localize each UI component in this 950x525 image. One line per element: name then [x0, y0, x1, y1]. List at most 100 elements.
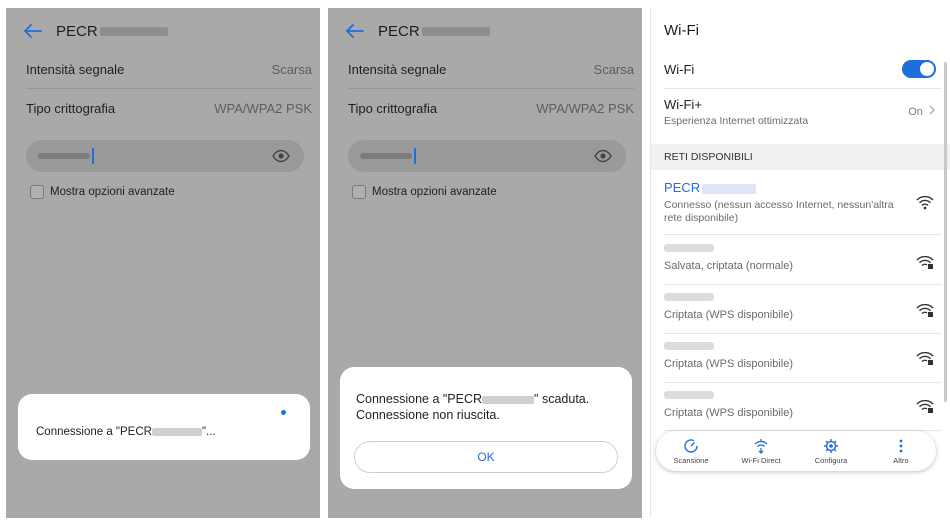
dialog-text-line2: Connessione non riuscita.: [356, 408, 500, 422]
dialog-text-mid: " scaduta.: [534, 392, 590, 406]
back-arrow-icon[interactable]: [24, 24, 42, 38]
divider: [664, 333, 942, 334]
ssid-redaction: [482, 395, 535, 404]
wifi-lock-icon: [916, 303, 934, 317]
password-field[interactable]: [348, 140, 626, 172]
crypto-row: Tipo crittografia WPA/WPA2 PSK: [26, 101, 312, 116]
available-networks-header: RETI DISPONIBILI: [651, 144, 950, 170]
network-title: PECR: [56, 22, 98, 40]
screenshot-stage: PECR Intensità segnale Scarsa Tipo critt…: [0, 0, 950, 525]
wifi-toggle[interactable]: [902, 60, 936, 78]
page-title: Wi-Fi: [664, 22, 699, 39]
timeout-dialog: Connessione a "PECR " scaduta. Connession…: [340, 367, 632, 489]
advanced-label: Mostra opzioni avanzate: [372, 186, 497, 198]
wifi-plus-label: Wi-Fi+: [664, 97, 702, 112]
signal-row: Intensità segnale Scarsa: [26, 62, 312, 77]
crypto-label: Tipo crittografia: [348, 101, 438, 116]
ssid-redaction: [151, 427, 202, 436]
advanced-checkbox[interactable]: [352, 185, 366, 199]
advanced-options-row[interactable]: Mostra opzioni avanzate: [352, 185, 497, 199]
network-name: PECR: [664, 180, 910, 195]
advanced-label: Mostra opzioni avanzate: [50, 186, 175, 198]
scan-label: Scansione: [673, 455, 709, 465]
network-status: Connesso (nessun accesso Internet, nessu…: [664, 199, 894, 224]
wifi-plus-state: On: [908, 106, 923, 118]
wifi-signal-icon: [916, 195, 934, 210]
network-status: Salvata, criptata (normale): [664, 260, 793, 272]
connecting-dialog: Connessione a "PECR "...: [18, 394, 310, 460]
advanced-checkbox[interactable]: [30, 185, 44, 199]
progress-spinner: [281, 410, 286, 415]
wifi-plus-value[interactable]: On: [908, 105, 936, 118]
network-item[interactable]: Salvata, criptata (normale): [664, 244, 936, 273]
scan-icon: [684, 438, 698, 453]
network-item[interactable]: Criptata (WPS disponibile): [664, 293, 936, 322]
network-item[interactable]: Criptata (WPS disponibile): [664, 342, 936, 371]
divider: [664, 382, 942, 383]
panel-connecting: PECR Intensità segnale Scarsa Tipo critt…: [6, 8, 320, 518]
wifi-direct-icon: [754, 438, 768, 454]
eye-icon[interactable]: [272, 148, 290, 164]
network-status: Criptata (WPS disponibile): [664, 407, 793, 419]
dialog-text-suffix: "...: [201, 426, 216, 438]
wifi-lock-icon: [916, 399, 934, 413]
signal-label: Intensità segnale: [348, 62, 447, 77]
chevron-right-icon: [929, 105, 935, 115]
dialog-text-prefix: Connessione a "PECR: [36, 426, 152, 438]
password-redaction: [360, 153, 412, 159]
wifi-direct-button[interactable]: Wi-Fi Direct: [731, 438, 791, 465]
panel-wifi-list: Wi-Fi Wi-Fi Wi-Fi+ Esperienza Internet o…: [650, 8, 950, 518]
wifi-direct-label: Wi-Fi Direct: [741, 455, 781, 465]
ssid-redaction: [702, 183, 757, 194]
divider: [664, 88, 942, 89]
ssid-redaction: [664, 293, 714, 301]
wifi-plus-row[interactable]: Wi-Fi+ Esperienza Internet ottimizzata: [664, 97, 936, 128]
divider: [664, 234, 942, 235]
wifi-plus-sub: Esperienza Internet ottimizzata: [664, 115, 809, 127]
network-item[interactable]: Criptata (WPS disponibile): [664, 391, 936, 420]
timeout-message: Connessione a "PECR " scaduta. Connession…: [356, 391, 622, 423]
divider: [26, 88, 312, 89]
wifi-lock-icon: [916, 351, 934, 365]
wifi-lock-icon: [916, 255, 934, 269]
network-status: Criptata (WPS disponibile): [664, 309, 793, 321]
wifi-toggle-row[interactable]: Wi-Fi: [664, 62, 936, 77]
signal-value: Scarsa: [271, 62, 312, 77]
password-redaction: [38, 153, 90, 159]
scan-button[interactable]: Scansione: [661, 438, 721, 465]
network-status: Criptata (WPS disponibile): [664, 358, 793, 370]
wifi-label: Wi-Fi: [664, 62, 695, 77]
panel-timeout: PECR Intensità segnale Scarsa Tipo critt…: [328, 8, 642, 518]
signal-label: Intensità segnale: [26, 62, 125, 77]
divider: [664, 284, 942, 285]
ssid-redaction: [99, 26, 168, 36]
crypto-label: Tipo crittografia: [26, 101, 116, 116]
crypto-value: WPA/WPA2 PSK: [536, 101, 634, 116]
more-label: Altro: [893, 455, 909, 465]
signal-row: Intensità segnale Scarsa: [348, 62, 634, 77]
more-button[interactable]: Altro: [871, 438, 931, 465]
text-cursor: [414, 148, 416, 164]
ssid-redaction: [664, 391, 714, 399]
advanced-options-row[interactable]: Mostra opzioni avanzate: [30, 185, 175, 199]
dialog-text-prefix: Connessione a "PECR: [356, 392, 483, 406]
configure-button[interactable]: Configura: [801, 438, 861, 465]
eye-icon[interactable]: [594, 148, 612, 164]
divider: [348, 88, 634, 89]
scrollbar[interactable]: [944, 62, 947, 402]
back-arrow-icon[interactable]: [346, 24, 364, 38]
ok-button[interactable]: OK: [354, 441, 618, 473]
more-icon: [899, 439, 903, 452]
connecting-message: Connessione a "PECR "...: [36, 426, 216, 438]
crypto-row: Tipo crittografia WPA/WPA2 PSK: [348, 101, 634, 116]
password-field[interactable]: [26, 140, 304, 172]
signal-value: Scarsa: [593, 62, 634, 77]
ssid-redaction: [664, 342, 714, 350]
network-connected[interactable]: PECR Connesso (nessun accesso Internet, …: [664, 180, 910, 225]
bottom-action-bar: Scansione Wi-Fi Direct Configura Altro: [656, 431, 936, 471]
text-cursor: [92, 148, 94, 164]
toggle-knob: [920, 62, 934, 76]
settings-icon: [824, 438, 838, 453]
crypto-value: WPA/WPA2 PSK: [214, 101, 312, 116]
configure-label: Configura: [814, 455, 848, 465]
